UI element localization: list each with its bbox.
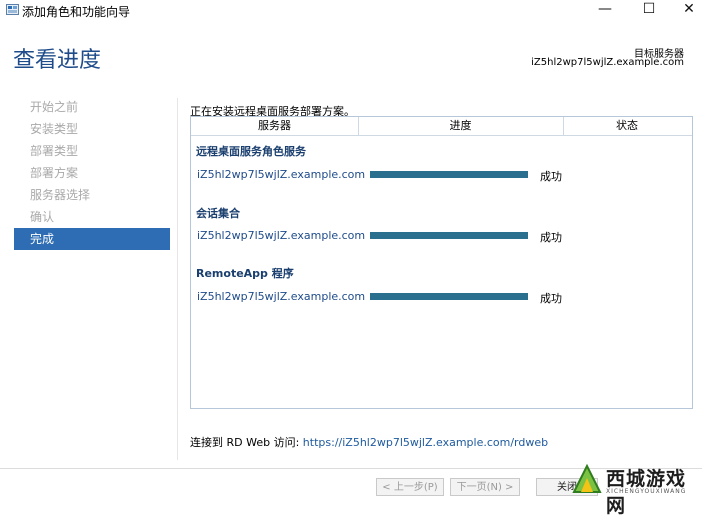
progress-bar — [370, 171, 528, 178]
column-header-server[interactable]: 服务器 — [191, 117, 359, 135]
nav-item-installation-type[interactable]: 安装类型 — [14, 118, 170, 140]
nav-item-server-selection[interactable]: 服务器选择 — [14, 184, 170, 206]
table-row-server: iZ5hl2wp7l5wjlZ.example.com — [197, 168, 366, 181]
table-row-server: iZ5hl2wp7l5wjlZ.example.com — [197, 229, 366, 242]
next-button[interactable]: 下一页(N) > — [450, 478, 520, 496]
rdweb-prefix-label: 连接到 RD Web 访问: — [190, 436, 303, 449]
close-window-button[interactable]: ✕ — [666, 0, 702, 20]
group-title-rds-role-services: 远程桌面服务角色服务 — [196, 145, 306, 158]
wizard-steps-nav: 开始之前 安装类型 部署类型 部署方案 服务器选择 确认 完成 — [14, 96, 170, 250]
status-success: 成功 — [540, 292, 562, 305]
title-bar: 添加角色和功能向导 — ☐ ✕ — [0, 0, 702, 20]
column-header-status[interactable]: 状态 — [563, 117, 691, 135]
table-header: 服务器 进度 状态 — [191, 117, 692, 136]
table-row-server: iZ5hl2wp7l5wjlZ.example.com — [197, 290, 366, 303]
status-success: 成功 — [540, 231, 562, 244]
group-title-session-collection: 会话集合 — [196, 207, 240, 220]
page-title: 查看进度 — [13, 48, 102, 73]
column-header-progress[interactable]: 进度 — [358, 117, 564, 135]
nav-divider — [177, 98, 178, 460]
site-watermark: 西城游戏网 XICHENGYOUXIWANG — [570, 460, 700, 517]
nav-item-deployment-scenario[interactable]: 部署方案 — [14, 162, 170, 184]
nav-item-deployment-type[interactable]: 部署类型 — [14, 140, 170, 162]
group-title-remoteapp: RemoteApp 程序 — [196, 267, 294, 280]
window-title: 添加角色和功能向导 — [22, 5, 131, 19]
progress-table: 服务器 进度 状态 远程桌面服务角色服务 iZ5hl2wp7l5wjlZ.exa… — [190, 116, 693, 409]
nav-item-completion[interactable]: 完成 — [14, 228, 170, 250]
progress-bar — [370, 293, 528, 300]
previous-button[interactable]: < 上一步(P) — [376, 478, 444, 496]
watermark-subtext: XICHENGYOUXIWANG — [606, 488, 687, 495]
status-success: 成功 — [540, 170, 562, 183]
destination-server-name: iZ5hl2wp7l5wjlZ.example.com — [531, 57, 684, 68]
nav-item-before-you-begin[interactable]: 开始之前 — [14, 96, 170, 118]
minimize-button[interactable]: — — [582, 0, 628, 20]
progress-bar — [370, 232, 528, 239]
watermark-logo-icon — [572, 463, 602, 493]
nav-item-confirmation[interactable]: 确认 — [14, 206, 170, 228]
rdweb-link[interactable]: https://iZ5hl2wp7l5wjlZ.example.com/rdwe… — [303, 436, 548, 449]
server-manager-icon — [6, 4, 19, 15]
rdweb-access-line: 连接到 RD Web 访问: https://iZ5hl2wp7l5wjlZ.e… — [190, 434, 548, 450]
